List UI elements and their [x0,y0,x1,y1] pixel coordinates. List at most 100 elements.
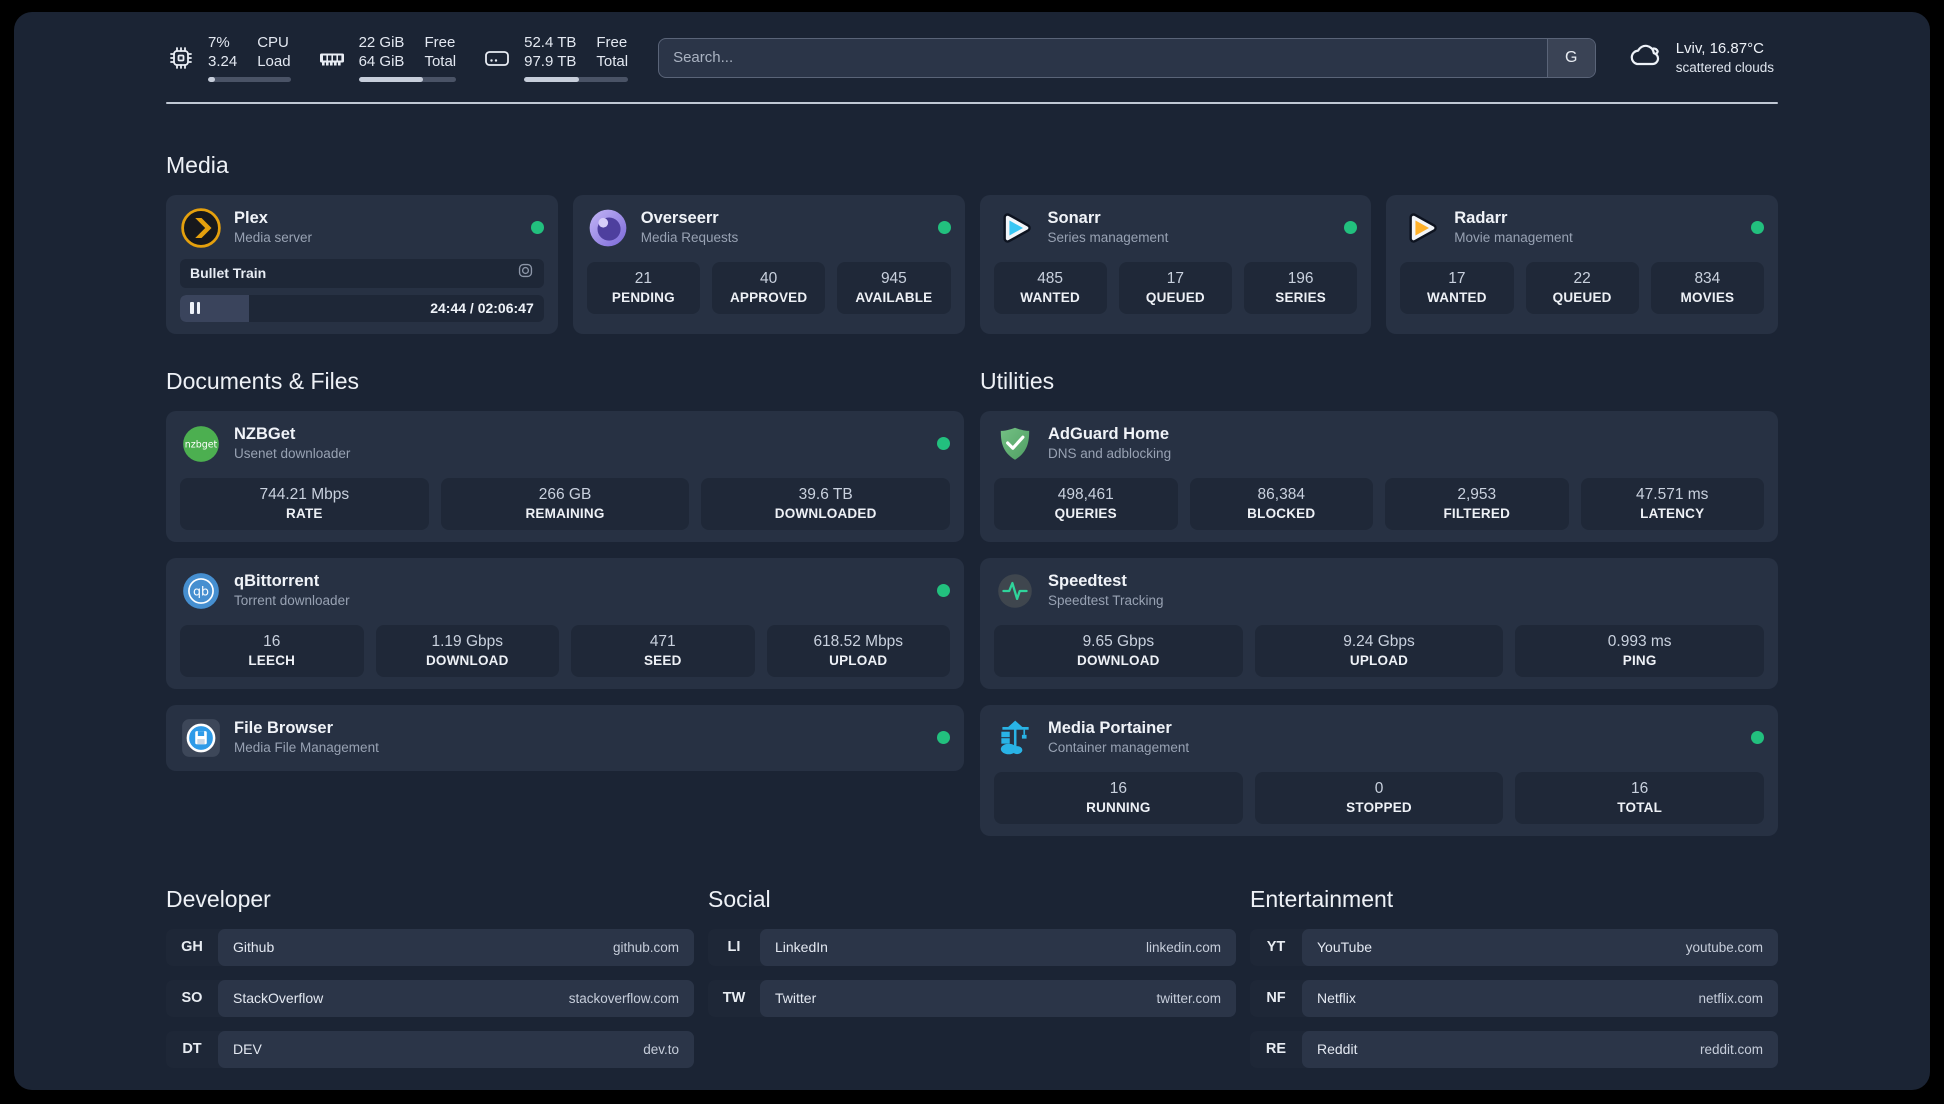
stat-value: 196 [1287,269,1314,287]
app-card-plex[interactable]: Plex Media server Bullet Train 24:44 / 0… [166,194,558,334]
svg-text:nzbget: nzbget [185,439,218,450]
stat-download: 1.19 Gbps DOWNLOAD [375,624,559,677]
app-card-speedtest[interactable]: Speedtest Speedtest Tracking 9.65 Gbps D… [980,557,1778,689]
stat-value: 834 [1694,269,1721,287]
stat-value: 16 [263,632,281,650]
stat-value: 39.6 TB [798,485,853,503]
session-type-icon [517,262,534,284]
bookmark-url: twitter.com [1156,990,1221,1006]
system-stats: 7% 3.24 CPU Load 22 GiB 64 GiB Free Tota… [166,34,629,82]
status-dot [1344,221,1358,234]
app-name: Speedtest [1048,571,1127,590]
stat-pending: 21 PENDING [586,261,700,314]
app-subtitle: Torrent downloader [234,593,350,609]
app-subtitle: DNS and adblocking [1048,446,1172,462]
cpu-load-label: Load [257,52,291,70]
status-dot [937,584,950,597]
app-name: Sonarr [1047,208,1101,227]
bookmark-stackoverflow[interactable]: SO StackOverflow stackoverflow.com [166,979,694,1017]
stat-rate: 744.21 Mbps RATE [180,477,429,530]
memory-free-label: Free [424,34,456,51]
stat-label: FILTERED [1443,505,1511,521]
bookmark-name: LinkedIn [775,939,828,955]
stat-label: QUEUED [1552,289,1612,305]
app-name: Radarr [1454,208,1508,227]
bookmark-github[interactable]: GH Github github.com [166,928,694,966]
app-subtitle: Series management [1047,230,1169,246]
stat-value: 17 [1448,269,1466,287]
stat-seed: 471 SEED [571,624,755,677]
stat-label: DOWNLOAD [425,652,509,668]
now-playing-row: Bullet Train [180,258,544,288]
sonarr-icon [994,207,1036,249]
stat-label: WANTED [1427,289,1487,305]
weather-condition: scattered clouds [1675,59,1774,75]
stat-approved: 40 APPROVED [712,261,826,314]
app-card-portainer[interactable]: Media Portainer Container management 16 … [980,704,1778,836]
section-title-media: Media [166,151,229,178]
section-developer: Developer GH Github github.com SO StackO… [166,886,694,1082]
stat-label: RATE [286,505,323,521]
app-name: NZBGet [234,424,296,443]
status-dot [937,437,950,450]
stat-wanted: 17 WANTED [1400,261,1514,314]
section-documents: Documents & Files nzbget NZBGet Usenet d… [166,368,964,836]
stat-value: 266 GB [538,485,592,503]
stat-value: 2,953 [1457,485,1497,503]
stat-value: 498,461 [1057,485,1114,503]
stat-value: 16 [1109,779,1127,797]
stat-value: 22 [1573,269,1591,287]
stat-value: 1.19 Gbps [431,632,504,650]
app-card-qbittorrent[interactable]: qb qBittorrent Torrent downloader 16 LEE… [166,557,964,689]
search-engine-button[interactable]: G [1546,38,1595,77]
section-title-entertainment: Entertainment [1250,885,1394,912]
bookmark-reddit[interactable]: RE Reddit reddit.com [1250,1030,1778,1068]
bookmark-abbr: DT [182,1041,202,1057]
bookmark-dev[interactable]: DT DEV dev.to [166,1030,694,1068]
bookmark-url: reddit.com [1699,1041,1763,1057]
cpu-stat: 7% 3.24 CPU Load [166,34,291,82]
app-card-overseerr[interactable]: Overseerr Media Requests 21 PENDING 40 A… [572,194,965,334]
pause-button[interactable] [190,302,200,314]
memory-stat-body: 22 GiB 64 GiB Free Total [358,34,457,82]
stat-download: 9.65 Gbps DOWNLOAD [994,624,1243,677]
section-media: Media Plex Media server Bullet Train 24:… [166,152,1778,334]
stat-value: 16 [1631,779,1649,797]
disk-progress-fill [524,76,580,82]
stat-value: 9.65 Gbps [1082,632,1155,650]
bookmark-url: stackoverflow.com [568,990,679,1006]
memory-progress-fill [358,76,423,82]
bookmark-abbr: RE [1265,1041,1287,1057]
stat-label: UPLOAD [829,652,888,668]
stat-label: PING [1622,652,1657,668]
bookmark-youtube[interactable]: YT YouTube youtube.com [1250,928,1778,966]
stat-available: 945 AVAILABLE [837,261,951,314]
top-bar: 7% 3.24 CPU Load 22 GiB 64 GiB Free Tota… [166,12,1778,82]
bookmark-linkedin[interactable]: LI LinkedIn linkedin.com [708,928,1236,966]
app-card-radarr[interactable]: Radarr Movie management 17 WANTED 22 QUE… [1386,194,1778,334]
disk-free-label: Free [596,34,628,51]
stat-queued: 17 QUEUED [1118,261,1232,314]
search-input[interactable] [658,37,1596,78]
speedtest-icon [994,570,1036,612]
app-card-nzbget[interactable]: nzbget NZBGet Usenet downloader 744.21 M… [166,410,964,542]
app-card-sonarr[interactable]: Sonarr Series management 485 WANTED 17 Q… [979,194,1372,334]
app-card-filebrowser[interactable]: File Browser Media File Management [166,704,964,771]
stat-value: 945 [880,269,907,287]
playback-time: 24:44 / 02:06:47 [430,300,534,316]
bookmark-netflix[interactable]: NF Netflix netflix.com [1250,979,1778,1017]
bookmark-twitter[interactable]: TW Twitter twitter.com [708,979,1236,1017]
stat-label: STOPPED [1346,799,1412,815]
app-card-adguard[interactable]: AdGuard Home DNS and adblocking 498,461 … [980,410,1778,542]
bookmark-url: netflix.com [1698,990,1763,1006]
ram-icon [317,43,347,73]
bookmark-name: StackOverflow [233,990,324,1006]
bookmark-url: github.com [612,939,679,955]
app-name: Media Portainer [1048,718,1172,737]
stat-label: WANTED [1020,289,1080,305]
section-title-developer: Developer [166,885,271,912]
playback-progress-bar[interactable]: 24:44 / 02:06:47 [180,294,544,322]
cloud-icon [1626,39,1664,76]
cpu-stat-body: 7% 3.24 CPU Load [208,34,291,82]
plex-icon [180,207,222,249]
